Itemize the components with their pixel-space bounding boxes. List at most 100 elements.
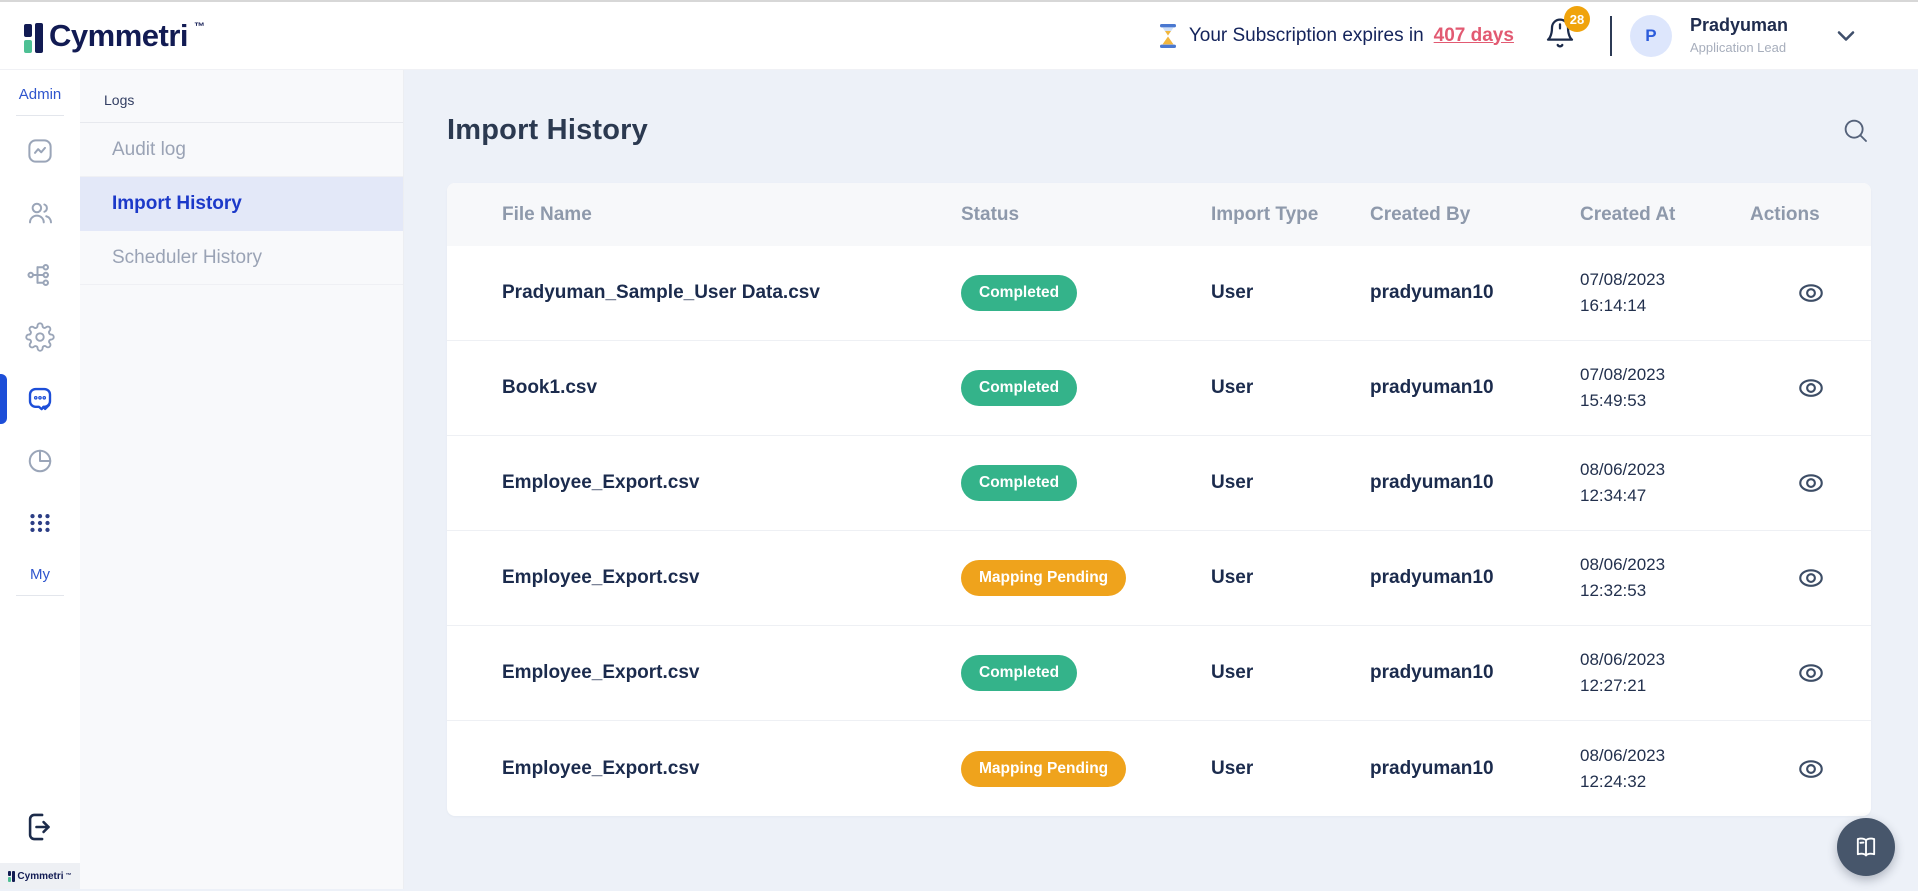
created-at-cell: 08/06/2023 12:32:53 <box>1580 552 1750 604</box>
created-time: 16:14:14 <box>1580 296 1646 315</box>
view-details-button[interactable] <box>1796 373 1826 403</box>
sidebar-item-settings[interactable] <box>0 306 80 368</box>
logout-icon <box>23 810 57 844</box>
import-type-cell: User <box>1211 662 1370 684</box>
created-time: 12:24:32 <box>1580 772 1646 791</box>
file-name-cell: Employee_Export.csv <box>502 472 961 494</box>
user-name: Pradyuman <box>1690 15 1788 37</box>
apps-grid-icon <box>25 508 55 538</box>
created-at-cell: 08/06/2023 12:34:47 <box>1580 457 1750 509</box>
notifications-button[interactable]: 28 <box>1544 16 1576 55</box>
icon-rail-sidebar: Admin <box>0 70 80 889</box>
sidebar-item-logs[interactable] <box>0 368 80 430</box>
cymmetri-logo-mark-icon <box>24 19 43 53</box>
col-header-import-type: Import Type <box>1211 204 1370 226</box>
sidebar-item-users[interactable] <box>0 182 80 244</box>
view-details-button[interactable] <box>1796 468 1826 498</box>
logs-panel: Logs Audit log Import History Scheduler … <box>80 70 404 889</box>
eye-icon <box>1796 278 1826 308</box>
hourglass-icon <box>1157 23 1179 49</box>
subscription-text: Your Subscription expires in <box>1189 25 1424 47</box>
active-indicator-bar <box>0 374 7 424</box>
created-by-cell: pradyuman10 <box>1370 567 1580 589</box>
notification-count-badge: 28 <box>1564 6 1590 32</box>
eye-icon <box>1796 563 1826 593</box>
import-type-cell: User <box>1211 567 1370 589</box>
page-title: Import History <box>447 114 648 147</box>
eye-icon <box>1796 468 1826 498</box>
status-pill: Completed <box>961 275 1077 311</box>
logs-panel-item[interactable]: Audit log <box>80 123 403 177</box>
logout-button[interactable] <box>0 797 80 857</box>
table-row: Pradyuman_Sample_User Data.csv Completed… <box>447 246 1871 341</box>
user-avatar[interactable]: P <box>1630 15 1672 57</box>
logs-chat-icon <box>25 384 55 414</box>
file-name-cell: Pradyuman_Sample_User Data.csv <box>502 282 961 304</box>
file-name-cell: Employee_Export.csv <box>502 662 961 684</box>
logs-panel-item[interactable]: Import History <box>80 177 403 231</box>
created-at-cell: 07/08/2023 15:49:53 <box>1580 362 1750 414</box>
search-button[interactable] <box>1841 116 1871 146</box>
status-pill: Completed <box>961 465 1077 501</box>
mini-logo-text: Cymmetri <box>17 871 63 882</box>
logs-panel-item[interactable]: Scheduler History <box>80 231 403 285</box>
created-by-cell: pradyuman10 <box>1370 282 1580 304</box>
users-icon <box>25 198 55 228</box>
view-details-button[interactable] <box>1796 563 1826 593</box>
status-pill: Mapping Pending <box>961 751 1126 787</box>
rail-footer-logo: Cymmetri ™ <box>0 863 80 889</box>
created-by-cell: pradyuman10 <box>1370 377 1580 399</box>
table-header-row: File Name Status Import Type Created By … <box>447 183 1871 246</box>
created-date: 08/06/2023 <box>1580 650 1665 669</box>
my-section-label: My <box>30 566 50 583</box>
import-history-table: File Name Status Import Type Created By … <box>447 183 1871 816</box>
table-row: Employee_Export.csv Mapping Pending User… <box>447 531 1871 626</box>
col-header-status: Status <box>961 204 1211 226</box>
sidebar-item-reports[interactable] <box>0 430 80 492</box>
import-type-cell: User <box>1211 282 1370 304</box>
status-pill: Mapping Pending <box>961 560 1126 596</box>
created-time: 12:34:47 <box>1580 486 1646 505</box>
documentation-fab-button[interactable] <box>1837 818 1895 876</box>
eye-icon <box>1796 754 1826 784</box>
col-header-created-by: Created By <box>1370 204 1580 226</box>
mini-logo-trademark: ™ <box>66 873 72 879</box>
status-pill: Completed <box>961 655 1077 691</box>
eye-icon <box>1796 373 1826 403</box>
sidebar-item-apps[interactable] <box>0 492 80 554</box>
file-name-cell: Employee_Export.csv <box>502 567 961 589</box>
created-date: 08/06/2023 <box>1580 746 1665 765</box>
provisioning-icon <box>25 260 55 290</box>
status-cell: Mapping Pending <box>961 560 1211 596</box>
subscription-notice: Your Subscription expires in 407 days <box>1157 23 1514 49</box>
user-role: Application Lead <box>1690 40 1788 56</box>
search-icon <box>1841 116 1871 146</box>
file-name-cell: Employee_Export.csv <box>502 758 961 780</box>
col-header-created-at: Created At <box>1580 204 1750 226</box>
sidebar-item-dashboard[interactable] <box>0 120 80 182</box>
col-header-actions: Actions <box>1750 204 1871 226</box>
open-book-icon <box>1852 833 1880 861</box>
user-menu-toggle[interactable] <box>1832 22 1860 50</box>
created-date: 08/06/2023 <box>1580 555 1665 574</box>
mini-logo-mark-icon <box>8 870 15 882</box>
view-details-button[interactable] <box>1796 754 1826 784</box>
file-name-cell: Book1.csv <box>502 377 961 399</box>
eye-icon <box>1796 658 1826 688</box>
status-cell: Completed <box>961 655 1211 691</box>
view-details-button[interactable] <box>1796 658 1826 688</box>
import-type-cell: User <box>1211 758 1370 780</box>
sidebar-item-provisioning[interactable] <box>0 244 80 306</box>
rail-divider <box>16 115 64 116</box>
created-time: 15:49:53 <box>1580 391 1646 410</box>
table-row: Employee_Export.csv Mapping Pending User… <box>447 721 1871 816</box>
import-type-cell: User <box>1211 472 1370 494</box>
table-row: Employee_Export.csv Completed User prady… <box>447 626 1871 721</box>
created-by-cell: pradyuman10 <box>1370 472 1580 494</box>
view-details-button[interactable] <box>1796 278 1826 308</box>
status-cell: Completed <box>961 370 1211 406</box>
subscription-days-link[interactable]: 407 days <box>1434 25 1514 47</box>
table-body: Pradyuman_Sample_User Data.csv Completed… <box>447 246 1871 816</box>
main-content: Import History File Name Status Import T… <box>404 70 1918 889</box>
user-info: Pradyuman Application Lead <box>1690 15 1788 55</box>
